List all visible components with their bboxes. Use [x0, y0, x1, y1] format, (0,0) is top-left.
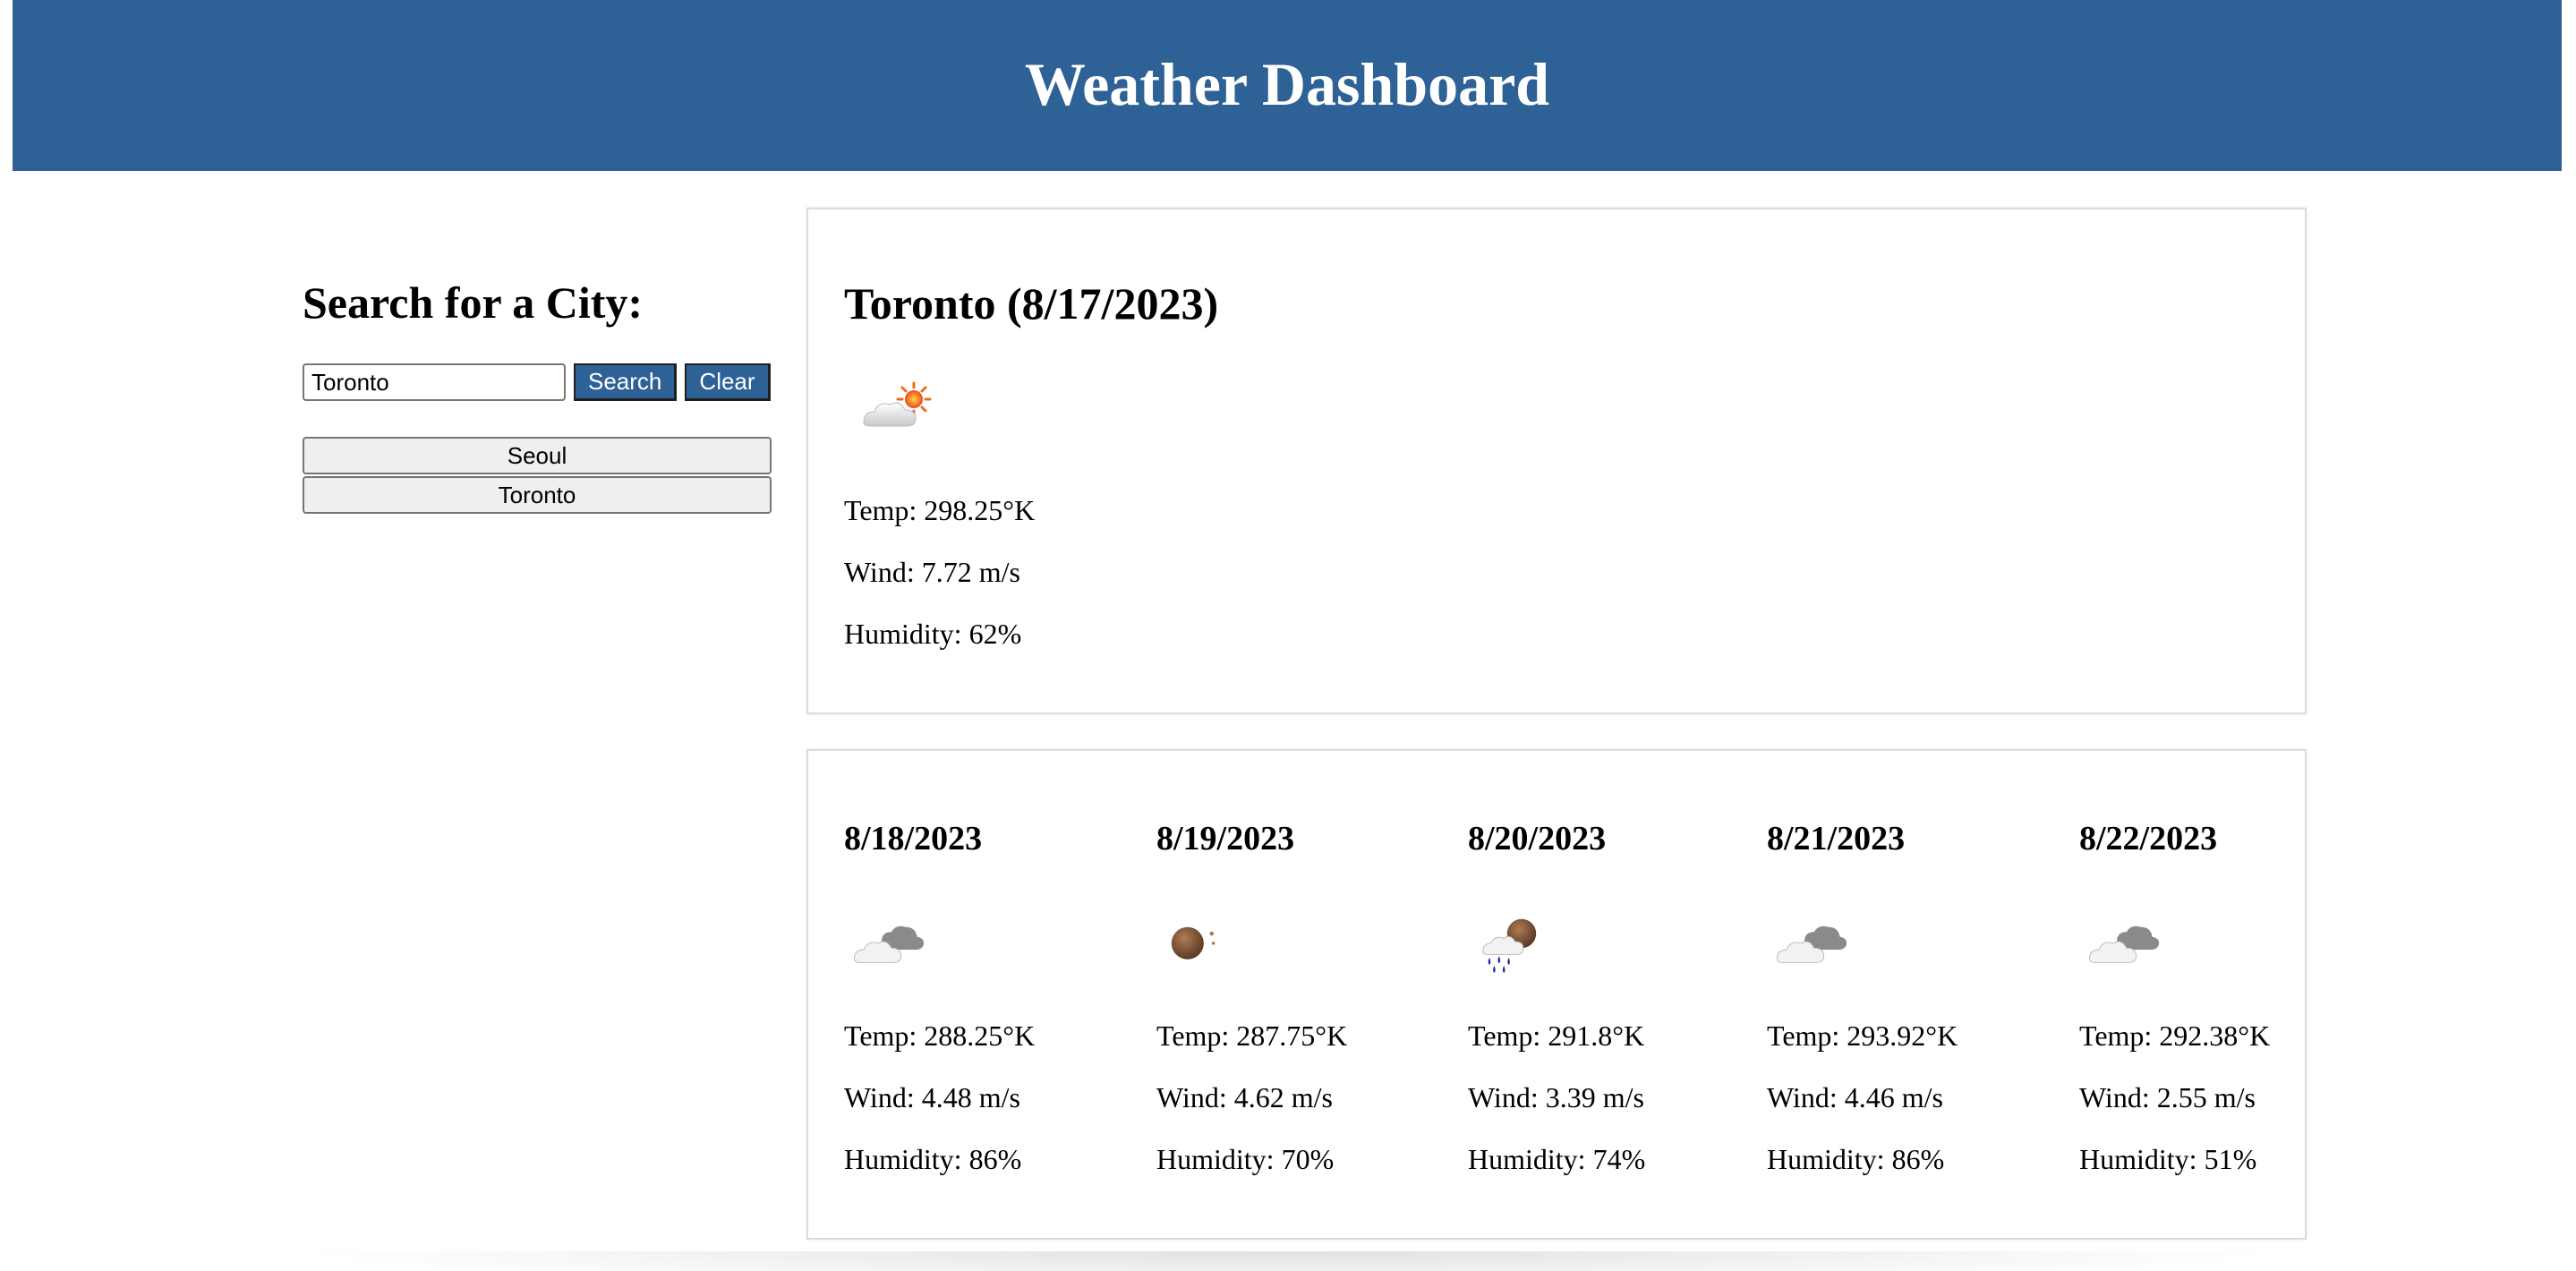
forecast-date: 8/22/2023 — [2079, 820, 2218, 857]
search-heading: Search for a City: — [303, 277, 644, 328]
forecast-wind: Wind: 4.62 m/s — [1156, 1081, 1333, 1113]
forecast-temp: Temp: 293.92°K — [1767, 1019, 1958, 1052]
city-search-input[interactable] — [303, 363, 566, 401]
forecast-day: 8/20/2023 Temp: 291.8°K Wind: 3.39 m/s H… — [1468, 751, 1736, 1238]
history-button-toronto[interactable]: Toronto — [303, 476, 772, 514]
clear-night-icon — [1171, 926, 1215, 960]
forecast-temp: Temp: 287.75°K — [1156, 1019, 1348, 1052]
forecast-day: 8/21/2023 Temp: 293.92°K Wind: 4.46 m/s … — [1767, 751, 2035, 1238]
current-wind: Wind: 7.72 m/s — [844, 556, 1020, 588]
forecast-temp: Temp: 291.8°K — [1468, 1019, 1645, 1052]
forecast-date: 8/20/2023 — [1468, 820, 1607, 857]
forecast-wind: Wind: 4.48 m/s — [844, 1081, 1020, 1113]
forecast-temp: Temp: 288.25°K — [844, 1019, 1036, 1052]
broken-clouds-icon — [2088, 926, 2160, 963]
current-weather-card: Toronto (8/17/2023) Temp: 298.25°K Wind:… — [806, 208, 2307, 714]
forecast-temp: Temp: 292.38°K — [2079, 1019, 2271, 1052]
history-button-seoul[interactable]: Seoul — [303, 437, 772, 474]
broken-clouds-icon — [1776, 926, 1847, 963]
forecast-humidity: Humidity: 86% — [1767, 1143, 1945, 1175]
search-history: Seoul Toronto — [303, 437, 772, 516]
search-row: Search Clear — [303, 363, 771, 401]
page: Weather Dashboard Search for a City: Sea… — [0, 0, 2576, 1271]
current-humidity: Humidity: 62% — [844, 618, 1022, 650]
forecast-wind: Wind: 3.39 m/s — [1468, 1081, 1644, 1113]
forecast-wind: Wind: 4.46 m/s — [1767, 1081, 1943, 1113]
bottom-shadow — [286, 1251, 2291, 1271]
clear-button[interactable]: Clear — [685, 363, 771, 401]
current-temp: Temp: 298.25°K — [844, 494, 1036, 526]
forecast-date: 8/19/2023 — [1156, 820, 1295, 857]
forecast-day: 8/22/2023 Temp: 292.38°K Wind: 2.55 m/s … — [2079, 751, 2348, 1238]
search-button[interactable]: Search — [574, 363, 677, 401]
rain-night-icon — [1482, 918, 1537, 974]
forecast-humidity: Humidity: 86% — [844, 1143, 1022, 1175]
page-title: Weather Dashboard — [1024, 49, 1550, 118]
forecast-day: 8/19/2023 Temp: 287.75°K Wind: 4.62 m/s … — [1156, 751, 1425, 1238]
forecast-humidity: Humidity: 70% — [1156, 1143, 1335, 1175]
app-header: Weather Dashboard — [13, 0, 2562, 171]
forecast-date: 8/21/2023 — [1767, 820, 1906, 857]
forecast-humidity: Humidity: 51% — [2079, 1143, 2257, 1175]
forecast-wind: Wind: 2.55 m/s — [2079, 1081, 2256, 1113]
few-clouds-day-icon — [863, 381, 932, 427]
forecast-humidity: Humidity: 74% — [1468, 1143, 1646, 1175]
forecast-day: 8/18/2023 Temp: 288.25°K Wind: 4.48 m/s … — [844, 751, 1113, 1238]
current-city-title: Toronto (8/17/2023) — [844, 278, 1219, 328]
broken-clouds-icon — [853, 926, 925, 963]
forecast-card: 8/18/2023 Temp: 288.25°K Wind: 4.48 m/s … — [806, 749, 2307, 1240]
forecast-date: 8/18/2023 — [844, 820, 983, 857]
